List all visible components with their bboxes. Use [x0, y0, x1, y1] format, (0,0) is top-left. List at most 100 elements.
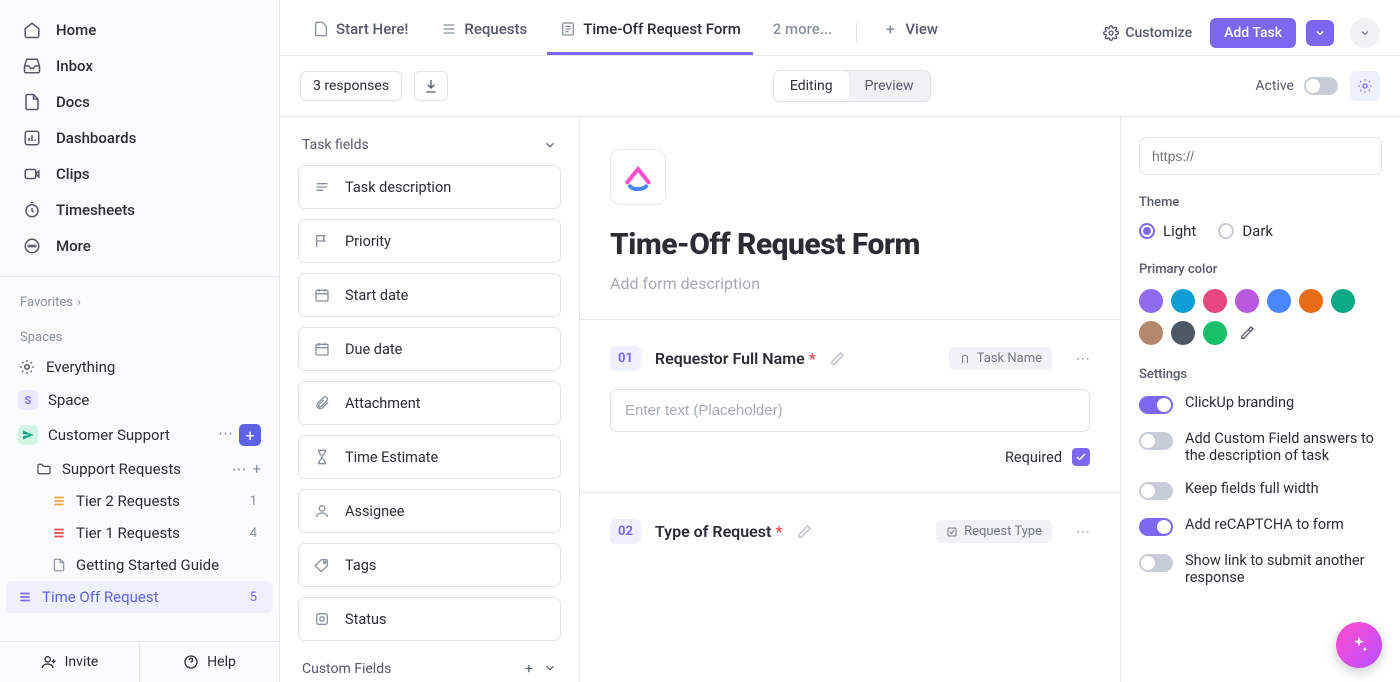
- form-canvas: Time-Off Request Form Add form descripti…: [580, 117, 1120, 682]
- form-title[interactable]: Time-Off Request Form: [610, 227, 1090, 262]
- tab-requests-label: Requests: [464, 20, 527, 38]
- ai-fab-button[interactable]: [1336, 622, 1382, 668]
- nav-dashboards[interactable]: Dashboards: [0, 120, 279, 156]
- space-everything[interactable]: Everything: [0, 351, 279, 383]
- list-tier1[interactable]: Tier 1 Requests 4: [0, 517, 279, 549]
- form-description[interactable]: Add form description: [610, 274, 1090, 293]
- required-checkbox[interactable]: [1072, 448, 1090, 466]
- field-due-date[interactable]: Due date: [298, 327, 561, 371]
- tab-time-off-form[interactable]: Time-Off Request Form: [547, 10, 753, 55]
- nav-more[interactable]: More: [0, 228, 279, 264]
- responses-pill[interactable]: 3 responses: [300, 71, 402, 101]
- folder-support-requests[interactable]: Support Requests ⋯+: [0, 453, 279, 485]
- question-text-input[interactable]: [610, 389, 1090, 432]
- color-swatch[interactable]: [1171, 289, 1195, 313]
- doc-icon: [312, 20, 330, 38]
- redirect-url-input[interactable]: [1139, 137, 1382, 175]
- color-swatch[interactable]: [1139, 289, 1163, 313]
- color-swatch[interactable]: [1331, 289, 1355, 313]
- form-question-01[interactable]: 01 Requestor Full Name * Task Name ⋯ Req…: [580, 319, 1120, 492]
- nav-docs[interactable]: Docs: [0, 84, 279, 120]
- field-time-estimate[interactable]: Time Estimate: [298, 435, 561, 479]
- topbar: Start Here! Requests Time-Off Request Fo…: [280, 0, 1400, 56]
- question-menu-button[interactable]: ⋯: [1076, 351, 1090, 367]
- spaces-label: Spaces: [20, 330, 63, 345]
- nav-home[interactable]: Home: [0, 12, 279, 48]
- custom-answers-label: Add Custom Field answers to the descript…: [1185, 430, 1382, 464]
- show-link-toggle[interactable]: [1139, 554, 1173, 572]
- invite-button[interactable]: Invite: [0, 642, 139, 682]
- theme-label: Theme: [1139, 195, 1382, 210]
- branding-label: ClickUp branding: [1185, 394, 1294, 411]
- avatar-button[interactable]: [1350, 18, 1380, 48]
- tab-add-view[interactable]: +View: [869, 10, 950, 55]
- list-time-off-request[interactable]: Time Off Request 5: [6, 581, 273, 613]
- space-customer-support[interactable]: Customer Support ⋯ +: [0, 417, 279, 453]
- settings-gear-button[interactable]: [1350, 71, 1380, 101]
- sidebar: Home Inbox Docs Dashboards Clips Timeshe…: [0, 0, 280, 682]
- list-icon: [18, 590, 32, 604]
- ellipsis-icon[interactable]: ⋯: [218, 424, 233, 446]
- seg-preview[interactable]: Preview: [849, 71, 930, 101]
- clips-icon: [22, 164, 42, 184]
- color-swatch[interactable]: [1299, 289, 1323, 313]
- branding-toggle[interactable]: [1139, 396, 1173, 414]
- field-start-date[interactable]: Start date: [298, 273, 561, 317]
- field-attachment[interactable]: Attachment: [298, 381, 561, 425]
- doc-getting-started[interactable]: Getting Started Guide: [0, 549, 279, 581]
- nav-inbox-label: Inbox: [56, 57, 93, 75]
- edit-icon[interactable]: [797, 524, 812, 539]
- download-button[interactable]: [414, 71, 448, 101]
- customer-support-badge-icon: [18, 425, 38, 445]
- field-label: Priority: [345, 233, 391, 250]
- field-task-description[interactable]: Task description: [298, 165, 561, 209]
- list-icon: [52, 526, 66, 540]
- nav-timesheets[interactable]: Timesheets: [0, 192, 279, 228]
- add-button[interactable]: +: [252, 460, 261, 478]
- field-tags[interactable]: Tags: [298, 543, 561, 587]
- custom-answers-toggle[interactable]: [1139, 432, 1173, 450]
- ellipsis-icon[interactable]: ⋯: [231, 460, 246, 478]
- full-width-toggle[interactable]: [1139, 482, 1173, 500]
- favorites-section[interactable]: Favorites ›: [0, 281, 279, 316]
- seg-editing[interactable]: Editing: [774, 71, 849, 101]
- color-swatch[interactable]: [1171, 321, 1195, 345]
- add-task-caret-button[interactable]: [1306, 20, 1334, 46]
- help-button[interactable]: Help: [140, 642, 279, 682]
- tab-more[interactable]: 2 more...: [761, 10, 845, 55]
- light-label: Light: [1163, 222, 1196, 240]
- theme-dark-radio[interactable]: Dark: [1218, 222, 1273, 240]
- settings-section-label: Settings: [1139, 367, 1382, 382]
- color-swatch[interactable]: [1267, 289, 1291, 313]
- tab-requests[interactable]: Requests: [428, 10, 539, 55]
- nav-clips[interactable]: Clips: [0, 156, 279, 192]
- custom-fields-header[interactable]: Custom Fields +: [298, 661, 561, 682]
- field-priority[interactable]: Priority: [298, 219, 561, 263]
- nav-inbox[interactable]: Inbox: [0, 48, 279, 84]
- field-status[interactable]: Status: [298, 597, 561, 641]
- space-space[interactable]: S Space: [0, 383, 279, 417]
- color-swatch[interactable]: [1139, 321, 1163, 345]
- more-icon: [22, 236, 42, 256]
- field-assignee[interactable]: Assignee: [298, 489, 561, 533]
- form-icon: [559, 20, 577, 38]
- theme-light-radio[interactable]: Light: [1139, 222, 1196, 240]
- form-logo[interactable]: [610, 149, 666, 205]
- color-swatch[interactable]: [1203, 289, 1227, 313]
- recaptcha-toggle[interactable]: [1139, 518, 1173, 536]
- add-custom-field-button[interactable]: +: [525, 661, 533, 677]
- color-swatch[interactable]: [1203, 321, 1227, 345]
- form-question-02[interactable]: 02 Type of Request * Request Type ⋯: [580, 492, 1120, 588]
- edit-icon[interactable]: [830, 351, 845, 366]
- add-task-button[interactable]: Add Task: [1210, 18, 1296, 48]
- add-space-button[interactable]: +: [239, 424, 261, 446]
- task-fields-header[interactable]: Task fields: [298, 137, 561, 165]
- question-menu-button[interactable]: ⋯: [1076, 524, 1090, 540]
- field-label: Due date: [345, 341, 402, 358]
- color-swatch[interactable]: [1235, 289, 1259, 313]
- customize-button[interactable]: Customize: [1093, 19, 1202, 47]
- active-toggle[interactable]: [1304, 77, 1338, 95]
- tab-start-here[interactable]: Start Here!: [300, 10, 420, 55]
- list-tier2[interactable]: Tier 2 Requests 1: [0, 485, 279, 517]
- eyedropper-icon[interactable]: [1235, 321, 1259, 345]
